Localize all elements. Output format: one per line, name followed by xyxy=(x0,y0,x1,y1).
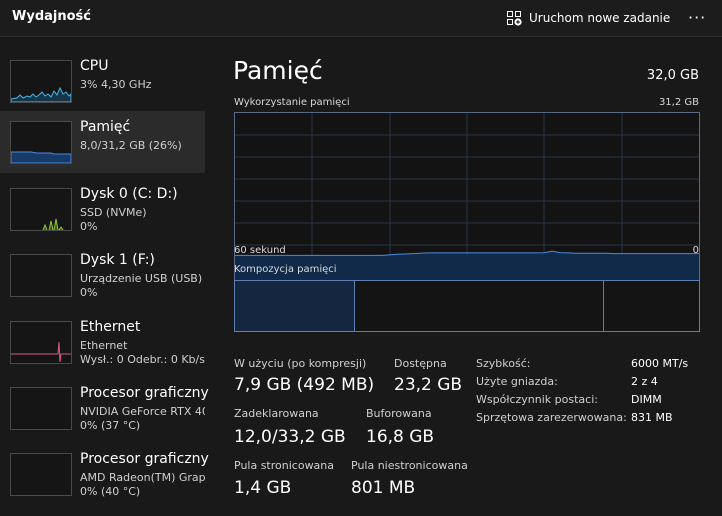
run-new-task-button[interactable]: Uruchom nowe zadanie xyxy=(506,8,670,28)
sidebar-item-detail: Ethernet xyxy=(80,339,128,352)
committed-value: 12,0/33,2 GB xyxy=(234,427,346,447)
speed-label: Szybkość: xyxy=(476,357,531,370)
sidebar-item-name: Ethernet xyxy=(80,319,141,335)
sidebar-item-disk-0[interactable]: Dysk 0 (C: D:) SSD (NVMe) 0% xyxy=(0,178,205,240)
slots-used-label: Użyte gniazda: xyxy=(476,375,558,388)
committed-label: Zadeklarowana xyxy=(234,407,319,420)
sidebar-item-gpu-0[interactable]: Procesor graficzny NVIDIA GeForce RTX 40… xyxy=(0,377,209,439)
sidebar-item-usage: 0% (37 °C) xyxy=(80,419,141,432)
composition-in-use-segment xyxy=(235,281,356,331)
slots-used-value: 2 z 4 xyxy=(631,375,658,388)
sidebar-item-name: Procesor graficzny xyxy=(80,451,209,467)
sidebar-item-memory[interactable]: Pamięć 8,0/31,2 GB (26%) xyxy=(0,111,205,173)
sidebar-item-detail: 8,0/31,2 GB (26%) xyxy=(80,139,182,152)
in-use-value: 7,9 GB (492 MB) xyxy=(234,375,375,395)
sidebar-item-name: Pamięć xyxy=(80,119,131,135)
sidebar-item-usage: 0% xyxy=(80,286,98,299)
sidebar-item-cpu[interactable]: CPU 3% 4,30 GHz xyxy=(0,50,205,112)
memory-composition-bar xyxy=(234,280,700,332)
form-factor-value: DIMM xyxy=(631,393,662,406)
sidebar-item-detail: Urządzenie USB (USB) xyxy=(80,272,203,285)
time-window-end: 0 xyxy=(692,245,699,256)
nonpaged-pool-value: 801 MB xyxy=(351,478,416,498)
sidebar-item-detail: 3% 4,30 GHz xyxy=(80,78,152,91)
nonpaged-pool-label: Pula niestronicowana xyxy=(351,459,468,472)
sidebar-item-name: CPU xyxy=(80,58,109,74)
hardware-reserved-label: Sprzętowa zarezerwowana: xyxy=(476,411,627,424)
time-window-label: 60 sekund xyxy=(234,245,286,256)
page-title: Wydajność xyxy=(12,9,91,24)
sidebar-item-usage: 0% xyxy=(80,220,98,233)
sidebar-item-detail: AMD Radeon(TM) Grapl xyxy=(80,471,205,484)
sidebar-item-name: Dysk 1 (F:) xyxy=(80,252,155,268)
sidebar-item-disk-1[interactable]: Dysk 1 (F:) Urządzenie USB (USB) 0% xyxy=(0,244,205,306)
cpu-thumbnail-chart xyxy=(10,60,72,103)
cached-value: 16,8 GB xyxy=(366,427,435,447)
hardware-reserved-value: 831 MB xyxy=(631,411,673,424)
available-label: Dostępna xyxy=(394,357,447,370)
top-bar: Wydajność Uruchom nowe zadanie ··· xyxy=(0,0,722,37)
memory-thumbnail-chart xyxy=(10,121,72,164)
sidebar-item-usage: 0% (40 °C) xyxy=(80,485,141,498)
more-options-icon[interactable]: ··· xyxy=(688,8,706,27)
run-new-task-label: Uruchom nowe zadanie xyxy=(529,11,671,25)
disk-1-thumbnail-chart xyxy=(10,254,72,297)
memory-title: Pamięć xyxy=(233,56,323,85)
sidebar-item-detail: SSD (NVMe) xyxy=(80,206,147,219)
sidebar-item-name: Procesor graficzny xyxy=(80,385,209,401)
usage-graph-max: 31,2 GB xyxy=(658,97,699,108)
paged-pool-value: 1,4 GB xyxy=(234,478,292,498)
sidebar-item-detail: NVIDIA GeForce RTX 407 xyxy=(80,405,205,418)
disk-0-thumbnail-chart xyxy=(10,188,72,231)
gpu-1-thumbnail-chart xyxy=(10,453,72,496)
sidebar-item-name: Dysk 0 (C: D:) xyxy=(80,186,178,202)
available-value: 23,2 GB xyxy=(394,375,463,395)
composition-free-segment xyxy=(604,281,699,331)
cached-label: Buforowana xyxy=(366,407,432,420)
new-task-icon xyxy=(507,11,522,26)
ethernet-thumbnail-chart xyxy=(10,321,72,364)
composition-standby-segment xyxy=(355,281,605,331)
sidebar-item-throughput: Wysł.: 0 Odebr.: 0 Kb/s xyxy=(80,353,205,366)
memory-total: 32,0 GB xyxy=(646,68,699,83)
composition-label: Kompozycja pamięci xyxy=(234,264,337,275)
in-use-label: W użyciu (po kompresji) xyxy=(234,357,367,370)
sidebar-item-ethernet[interactable]: Ethernet Ethernet Wysł.: 0 Odebr.: 0 Kb/… xyxy=(0,311,205,373)
speed-value: 6000 MT/s xyxy=(631,357,689,370)
form-factor-label: Współczynnik postaci: xyxy=(476,393,598,406)
usage-graph-label: Wykorzystanie pamięci xyxy=(234,97,350,108)
paged-pool-label: Pula stronicowana xyxy=(234,459,335,472)
gpu-0-thumbnail-chart xyxy=(10,387,72,430)
sidebar-item-gpu-1[interactable]: Procesor graficzny AMD Radeon(TM) Grapl … xyxy=(0,443,209,505)
